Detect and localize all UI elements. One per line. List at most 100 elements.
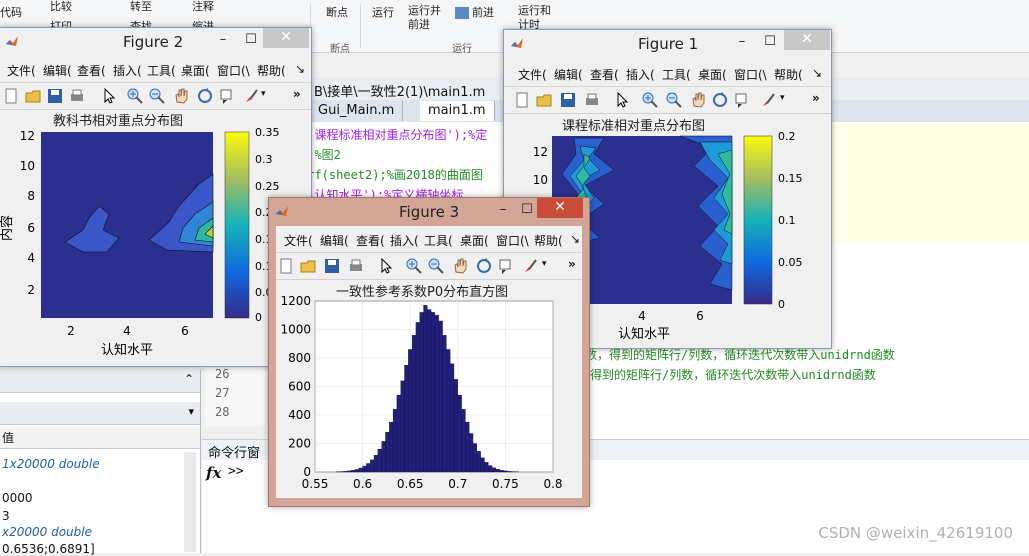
workspace-value[interactable]: 1x20000 double — [2, 457, 100, 471]
pointer-icon[interactable] — [614, 92, 630, 108]
zoom-out-icon[interactable] — [666, 92, 682, 108]
pointer-icon[interactable] — [101, 88, 117, 104]
rotate-3d-icon[interactable] — [197, 88, 213, 104]
chevron-up-icon[interactable]: ⌃ — [184, 372, 194, 386]
ribbon-code-button[interactable]: 代码 — [0, 4, 22, 20]
minimize-icon[interactable]: – — [213, 30, 233, 50]
menu-tools[interactable]: 工具( — [662, 66, 691, 83]
menu-file[interactable]: 文件( — [284, 232, 313, 249]
rotate-3d-icon[interactable] — [712, 92, 728, 108]
pan-hand-icon[interactable] — [452, 258, 468, 274]
workspace-value[interactable]: 0.6536;0.6891] — [2, 542, 95, 556]
new-figure-icon[interactable] — [514, 92, 530, 108]
zoom-in-icon[interactable] — [127, 88, 143, 104]
toolbar-overflow-icon[interactable]: » — [568, 257, 576, 271]
workspace-scrollbar[interactable] — [184, 452, 196, 552]
print-icon[interactable] — [584, 92, 600, 108]
ribbon-goto-button[interactable]: 转至 — [130, 0, 152, 14]
ribbon-breakpoints-button[interactable]: 断点 — [326, 4, 348, 20]
tab-gui-main[interactable]: Gui_Main.m — [310, 101, 403, 121]
menu-insert[interactable]: 插入( — [113, 62, 142, 79]
brush-dropdown-icon[interactable]: ▾ — [261, 89, 266, 99]
close-icon[interactable]: ✕ — [784, 30, 830, 50]
pointer-icon[interactable] — [378, 258, 394, 274]
menu-window[interactable]: 窗口(\ — [217, 62, 250, 79]
zoom-out-icon[interactable] — [428, 258, 444, 274]
maximize-icon[interactable]: ☐ — [760, 32, 780, 52]
menu-window[interactable]: 窗口(\ — [496, 232, 529, 249]
menu-overflow-icon[interactable]: ↘ — [570, 232, 580, 246]
open-file-icon[interactable] — [536, 92, 552, 108]
workspace-value[interactable]: x20000 double — [2, 525, 92, 539]
figure-2-window[interactable]: Figure 2 – ☐ ✕ 文件( 编辑( 查看( 插入( 工具( 桌面( 窗… — [0, 27, 312, 367]
menu-edit[interactable]: 编辑( — [320, 232, 349, 249]
print-icon[interactable] — [69, 88, 85, 104]
brush-icon[interactable] — [760, 92, 776, 108]
menu-view[interactable]: 查看( — [77, 62, 106, 79]
minimize-icon[interactable]: – — [493, 200, 513, 220]
rotate-3d-icon[interactable] — [476, 258, 492, 274]
menu-help[interactable]: 帮助( — [257, 62, 286, 79]
menu-view[interactable]: 查看( — [590, 66, 619, 83]
figure-3-titlebar[interactable]: Figure 3 – ☐ ✕ — [269, 198, 589, 226]
toolbar-overflow-icon[interactable]: » — [293, 87, 301, 101]
menu-file[interactable]: 文件( — [7, 62, 36, 79]
brush-dropdown-icon[interactable]: ▾ — [780, 93, 785, 103]
ribbon-comment-button[interactable]: 注释 — [192, 0, 214, 14]
menu-insert[interactable]: 插入( — [390, 232, 419, 249]
data-cursor-icon[interactable] — [219, 88, 235, 104]
ribbon-compare-button[interactable]: 比较 — [50, 0, 72, 14]
menu-edit[interactable]: 编辑( — [43, 62, 72, 79]
menu-file[interactable]: 文件( — [518, 66, 547, 83]
save-icon[interactable] — [47, 88, 63, 104]
menu-edit[interactable]: 编辑( — [554, 66, 583, 83]
zoom-in-icon[interactable] — [642, 92, 658, 108]
menu-window[interactable]: 窗口(\ — [734, 66, 767, 83]
dropdown-circle-icon[interactable]: ▾ — [188, 405, 194, 418]
menu-overflow-icon[interactable]: ↘ — [295, 62, 305, 76]
menu-help[interactable]: 帮助( — [774, 66, 803, 83]
menu-overflow-icon[interactable]: ↘ — [812, 66, 822, 80]
brush-icon[interactable] — [522, 258, 538, 274]
figure-3-window[interactable]: Figure 3 – ☐ ✕ 文件( 编辑( 查看( 插入( 工具( 桌面( 窗… — [268, 197, 590, 507]
figure-2-titlebar[interactable]: Figure 2 – ☐ ✕ — [0, 28, 311, 56]
workspace-value[interactable]: 3 — [2, 509, 10, 523]
menu-tools[interactable]: 工具( — [424, 232, 453, 249]
menu-view[interactable]: 查看( — [356, 232, 385, 249]
new-figure-icon[interactable] — [3, 88, 19, 104]
data-cursor-icon[interactable] — [498, 258, 514, 274]
maximize-icon[interactable]: ☐ — [517, 200, 537, 220]
brush-icon[interactable] — [243, 88, 259, 104]
figure-1-titlebar[interactable]: Figure 1 – ☐ ✕ — [504, 30, 831, 58]
pan-hand-icon[interactable] — [173, 88, 189, 104]
menu-tools[interactable]: 工具( — [147, 62, 176, 79]
menu-help[interactable]: 帮助( — [534, 232, 563, 249]
workspace-value[interactable]: 0000 — [2, 491, 33, 505]
new-figure-icon[interactable] — [278, 258, 294, 274]
save-icon[interactable] — [324, 258, 340, 274]
open-file-icon[interactable] — [25, 88, 41, 104]
minimize-icon[interactable]: – — [732, 32, 752, 52]
ribbon-run-button[interactable]: 运行 — [372, 4, 394, 20]
zoom-in-icon[interactable] — [406, 258, 422, 274]
tab-main1[interactable]: main1.m — [420, 101, 495, 121]
menu-desktop[interactable]: 桌面( — [181, 62, 210, 79]
brush-dropdown-icon[interactable]: ▾ — [542, 259, 547, 269]
pan-hand-icon[interactable] — [690, 92, 706, 108]
zoom-out-icon[interactable] — [149, 88, 165, 104]
ribbon-advance-button[interactable]: 前进 — [455, 4, 494, 20]
menu-insert[interactable]: 插入( — [626, 66, 655, 83]
data-cursor-icon[interactable] — [734, 92, 750, 108]
menu-desktop[interactable]: 桌面( — [698, 66, 727, 83]
toolbar-overflow-icon[interactable]: » — [812, 91, 820, 105]
close-icon[interactable]: ✕ — [537, 198, 583, 218]
open-file-icon[interactable] — [300, 258, 316, 274]
menu-desktop[interactable]: 桌面( — [460, 232, 489, 249]
close-icon[interactable]: ✕ — [263, 28, 309, 48]
fx-icon[interactable]: fx — [206, 464, 221, 482]
ribbon-run-time-button[interactable]: 运行和 计时 — [518, 4, 551, 32]
ribbon-run-advance-button[interactable]: 运行并 前进 — [408, 4, 441, 32]
print-icon[interactable] — [348, 258, 364, 274]
maximize-icon[interactable]: ☐ — [241, 30, 261, 50]
save-icon[interactable] — [560, 92, 576, 108]
